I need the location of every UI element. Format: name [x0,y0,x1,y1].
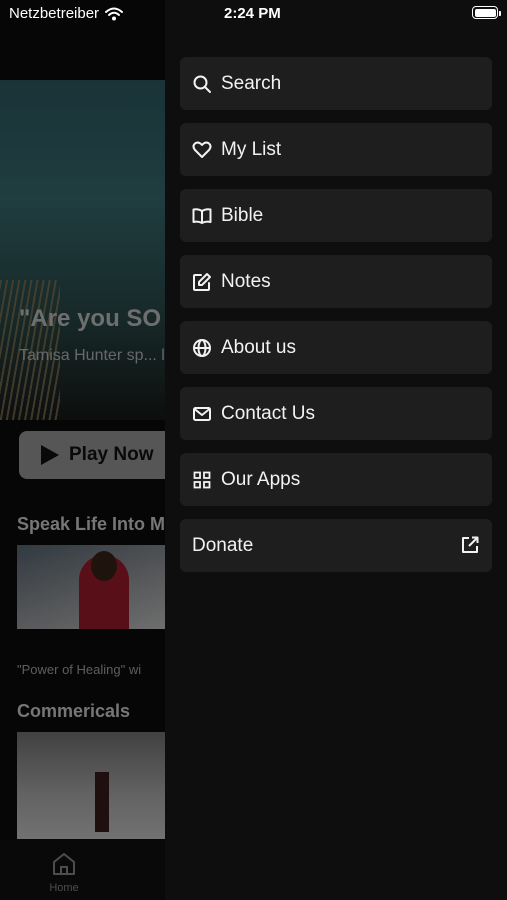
menu-item-label: Contact Us [221,402,315,424]
menu-item-notes[interactable]: Notes [180,255,492,308]
external-link-icon [460,535,480,555]
menu-item-our-apps[interactable]: Our Apps [180,453,492,506]
mail-icon [192,404,212,424]
side-menu: Search My List Bible Notes About us Cont… [165,0,507,900]
menu-item-about-us[interactable]: About us [180,321,492,374]
menu-item-label: Donate [192,534,254,556]
menu-item-search[interactable]: Search [180,57,492,110]
grid-icon [192,470,212,490]
wifi-icon [105,7,124,20]
menu-item-contact-us[interactable]: Contact Us [180,387,492,440]
menu-item-my-list[interactable]: My List [180,123,492,176]
menu-item-donate[interactable]: Donate [180,519,492,572]
battery-icon [472,6,501,19]
status-bar: Netzbetreiber 2:24 PM [0,0,507,28]
carrier-name: Netzbetreiber [9,5,100,22]
search-icon [192,74,212,94]
menu-item-bible[interactable]: Bible [180,189,492,242]
edit-icon [192,272,212,292]
menu-item-label: About us [221,336,296,358]
menu-item-label: Notes [221,270,271,292]
menu-item-label: Our Apps [221,468,301,490]
book-icon [192,206,212,226]
heart-icon [192,140,212,160]
menu-item-label: Search [221,72,282,94]
globe-icon [192,338,212,358]
menu-item-label: Bible [221,204,264,226]
status-time: 2:24 PM [224,5,281,22]
menu-item-label: My List [221,138,282,160]
carrier: Netzbetreiber [9,5,124,22]
